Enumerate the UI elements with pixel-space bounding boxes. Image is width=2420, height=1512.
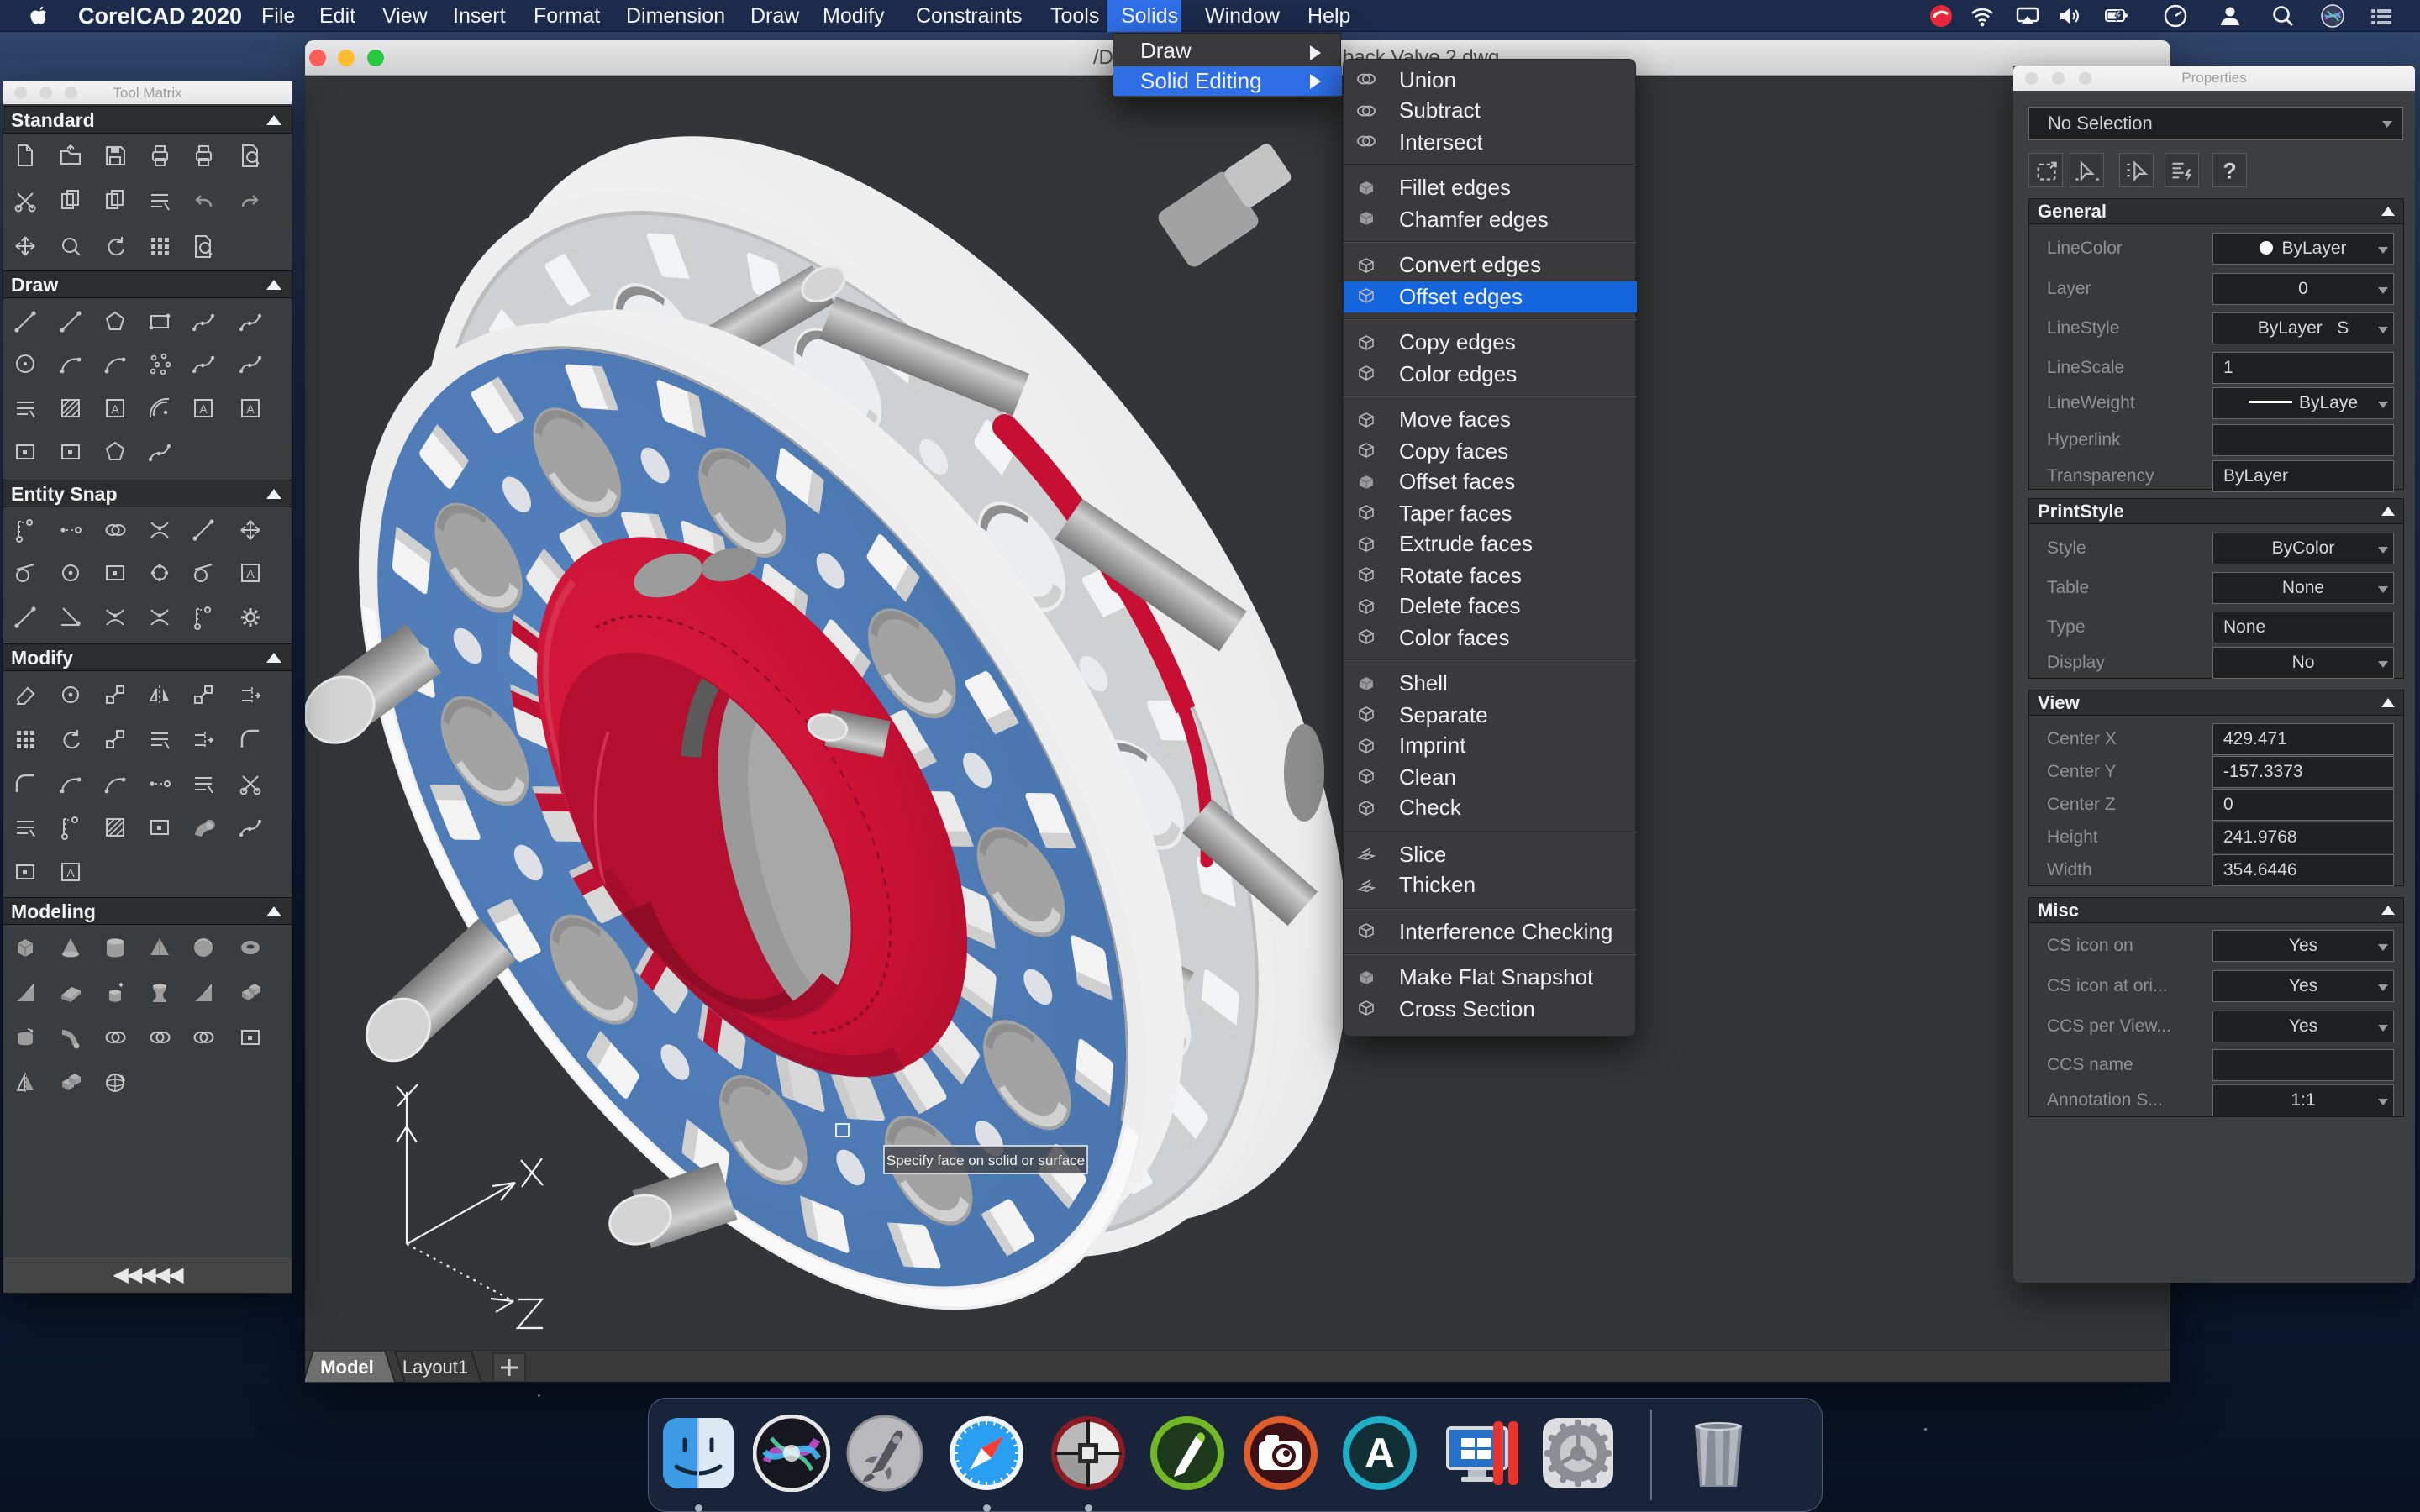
svg-text:A: A [1365,1430,1395,1477]
svg-text:Specify face on solid or surfa: Specify face on solid or surface [886,1152,1085,1168]
svg-text:?: ? [2223,158,2236,183]
svg-text:Model: Model [320,1357,374,1378]
svg-text:Layout1: Layout1 [402,1357,468,1378]
